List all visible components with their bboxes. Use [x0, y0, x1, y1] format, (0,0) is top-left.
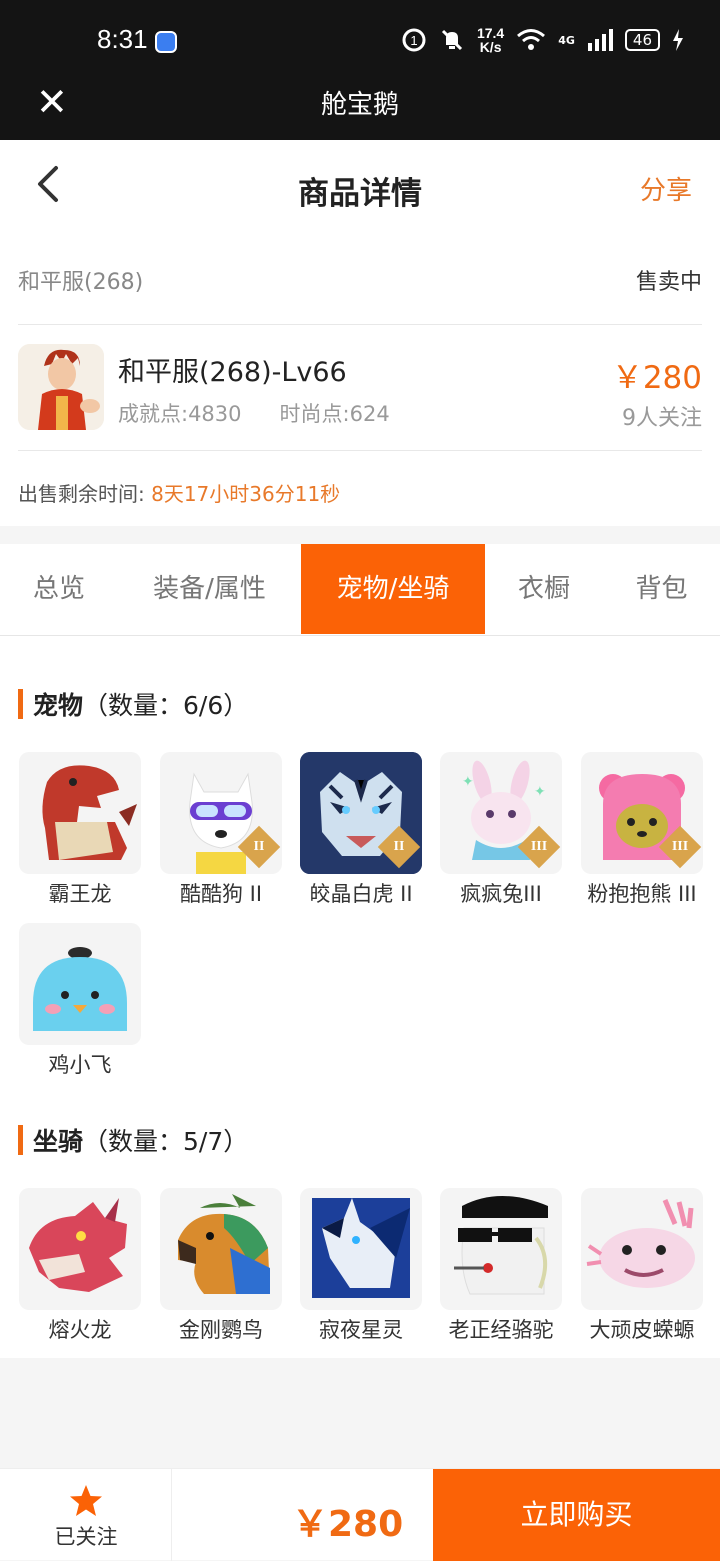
network-speed-unit: K/s — [479, 39, 502, 55]
pet-name: 粉抱抱熊 III — [587, 882, 697, 906]
pet-name: 皎晶白虎 II — [309, 882, 413, 906]
mount-item[interactable]: 大顽皮蝾螈 — [581, 1188, 703, 1344]
mount-image — [300, 1188, 422, 1310]
status-icons: 1 17.4 K/s 4G 46 — [401, 26, 684, 54]
pets-mounts-panel: 宠物（数量：6/6） 霸王龙 II 酷酷狗 II II 皎晶白虎 II ✦ ✦ … — [0, 636, 720, 1358]
share-button[interactable]: 分享 — [640, 170, 692, 207]
pet-item[interactable]: 霸王龙 — [19, 752, 141, 908]
pet-name: 霸王龙 — [48, 882, 112, 906]
mount-item[interactable]: 金刚鹦鸟 — [160, 1188, 282, 1344]
bottom-action-bar: 已关注 ￥280 立即购买 — [0, 1468, 720, 1561]
buy-now-button[interactable]: 立即购买 — [433, 1469, 720, 1561]
pet-item[interactable]: II 皎晶白虎 II — [300, 752, 422, 908]
pet-item[interactable]: 鸡小飞 — [19, 923, 141, 1079]
data-saver-icon: 1 — [402, 28, 426, 52]
remaining-time-label: 出售剩余时间: — [18, 482, 145, 506]
mounts-section-title: 坐骑（数量：5/7） — [18, 1122, 248, 1158]
mute-bell-icon — [441, 29, 463, 51]
svg-text:✦: ✦ — [534, 784, 546, 800]
page-title: 商品详情 — [298, 176, 422, 212]
pet-image: ✦ ✦ III — [440, 752, 562, 874]
section-marker — [18, 1125, 23, 1155]
tier-badge-icon: II — [377, 825, 421, 869]
mount-name: 熔火龙 — [48, 1318, 112, 1342]
status-time: 8:31 — [97, 24, 148, 54]
character-avatar — [18, 344, 104, 430]
fashion-points: 时尚点:624 — [279, 402, 390, 426]
pet-name: 疯疯兔III — [460, 882, 542, 906]
mounts-title: 坐骑 — [33, 1127, 84, 1156]
wifi-icon — [517, 29, 546, 50]
pets-count: （数量：6/6） — [83, 691, 249, 720]
mount-image — [160, 1188, 282, 1310]
server-name: 和平服(268) — [18, 270, 144, 295]
svg-text:1: 1 — [410, 33, 417, 48]
star-icon — [70, 1485, 102, 1516]
divider — [18, 450, 702, 451]
pet-image — [19, 923, 141, 1045]
pets-section-title: 宠物（数量：6/6） — [18, 686, 248, 722]
follower-count: 9人关注 — [622, 406, 702, 431]
tier-badge-icon: III — [517, 825, 561, 869]
network-type: 4G — [558, 33, 575, 47]
tab-pets-mounts[interactable]: 宠物/坐骑 — [301, 544, 485, 634]
mount-image — [581, 1188, 703, 1310]
listing-card: 和平服(268) 售卖中 和平服(268)-Lv66 成就点:4830 时尚点:6… — [0, 236, 720, 526]
pet-name: 酷酷狗 II — [179, 882, 263, 906]
pet-item[interactable]: III 粉抱抱熊 III — [581, 752, 703, 908]
pet-item[interactable]: II 酷酷狗 II — [160, 752, 282, 908]
tab-backpack[interactable]: 背包 — [603, 544, 720, 634]
mount-name: 大顽皮蝾螈 — [589, 1318, 695, 1342]
tier-badge-icon: III — [658, 825, 702, 869]
mount-image — [440, 1188, 562, 1310]
svg-text:✦: ✦ — [462, 774, 474, 790]
app-notification-icon — [155, 31, 177, 53]
mount-name: 老正经骆驼 — [448, 1318, 554, 1342]
pet-image — [19, 752, 141, 874]
tab-wardrobe[interactable]: 衣橱 — [485, 544, 603, 634]
achievement-points: 成就点:4830 — [118, 402, 242, 426]
account-name: 和平服(268)-Lv66 — [118, 357, 347, 388]
section-marker — [18, 689, 23, 719]
pets-title: 宠物 — [33, 691, 84, 720]
follow-label: 已关注 — [54, 1525, 118, 1549]
tier-badge-icon: II — [237, 825, 281, 869]
mount-item[interactable]: 老正经骆驼 — [440, 1188, 562, 1344]
account-points: 成就点:4830 时尚点:624 — [118, 398, 390, 428]
pet-name: 鸡小飞 — [48, 1053, 112, 1077]
pet-image: III — [581, 752, 703, 874]
pet-item[interactable]: ✦ ✦ III 疯疯兔III — [440, 752, 562, 908]
detail-tabs: 总览 装备/属性 宠物/坐骑 衣橱 背包 — [0, 544, 720, 636]
bottom-price: ￥280 — [292, 1504, 404, 1545]
tab-equipment[interactable]: 装备/属性 — [118, 544, 301, 634]
mount-item[interactable]: 寂夜星灵 — [300, 1188, 422, 1344]
sale-status: 售卖中 — [635, 270, 702, 295]
follow-button[interactable]: 已关注 — [0, 1469, 172, 1561]
network-speed-value: 17.4 — [476, 25, 505, 41]
mount-item[interactable]: 熔火龙 — [19, 1188, 141, 1344]
status-bar: 8:31 1 17.4 K/s 4G 46 — [0, 0, 720, 82]
listing-price: ￥280 — [611, 360, 702, 396]
mount-name: 寂夜星灵 — [319, 1318, 403, 1342]
network-speed: 17.4 K/s — [477, 26, 504, 54]
mounts-count: （数量：5/7） — [83, 1127, 249, 1156]
nav-bar: 商品详情 分享 — [0, 140, 720, 236]
tab-overview[interactable]: 总览 — [0, 544, 118, 634]
signal-icon — [587, 29, 613, 51]
pet-image: II — [300, 752, 422, 874]
app-title: 舱宝鹅 — [320, 90, 399, 120]
mount-image — [19, 1188, 141, 1310]
divider — [18, 324, 702, 325]
remaining-time: 出售剩余时间: 8天17小时36分11秒 — [18, 478, 340, 507]
charging-icon — [673, 29, 683, 51]
battery-icon: 46 — [624, 29, 660, 51]
remaining-time-value: 8天17小时36分11秒 — [151, 482, 341, 506]
pet-image: II — [160, 752, 282, 874]
mount-name: 金刚鹦鸟 — [179, 1318, 263, 1342]
webview-title-bar: ✕ 舱宝鹅 — [0, 82, 720, 140]
